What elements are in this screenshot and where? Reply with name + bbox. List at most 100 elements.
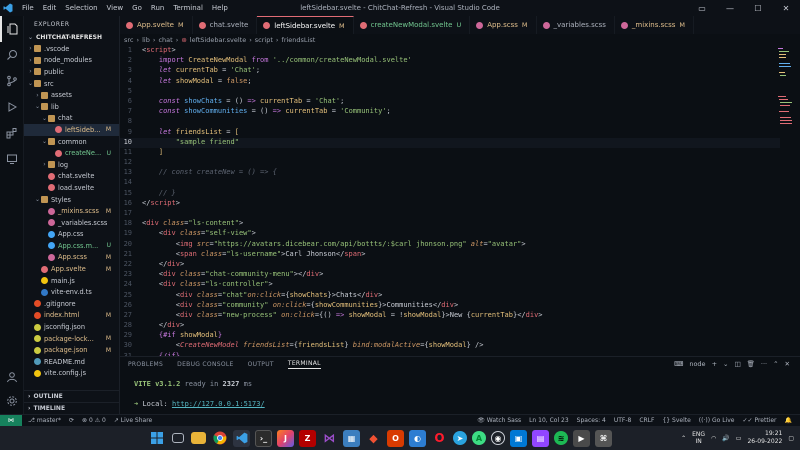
tab-problems[interactable]: PROBLEMS xyxy=(128,361,163,368)
minimize-button[interactable]: — xyxy=(716,0,744,16)
local-url-link[interactable]: http://127.0.0.1:5173/ xyxy=(172,400,265,408)
live-share-button[interactable]: ↗ Live Share xyxy=(114,417,152,424)
app-icon[interactable]: ⌘ xyxy=(595,429,612,447)
prettier-button[interactable]: ✓✓ Prettier xyxy=(742,417,776,424)
tree-item-vite-config-js[interactable]: vite.config.js xyxy=(24,368,119,380)
task-view-icon[interactable] xyxy=(172,433,184,443)
battery-icon[interactable]: ▭ xyxy=(736,435,742,442)
tree-item-public[interactable]: › public xyxy=(24,66,119,78)
project-folder[interactable]: ⌄ CHITCHAT-REFRESH xyxy=(24,32,119,43)
git-branch[interactable]: ⎇ master* xyxy=(28,417,61,424)
notification-center-icon[interactable]: ▢ xyxy=(788,435,794,442)
close-panel-icon[interactable]: ✕ xyxy=(785,360,790,368)
outline-section[interactable]: › OUTLINE xyxy=(24,390,120,402)
tree-item--vscode[interactable]: › .vscode xyxy=(24,43,119,55)
tab-debug-console[interactable]: DEBUG CONSOLE xyxy=(177,361,233,368)
tree-item-app-css-m[interactable]: App.css.m... U xyxy=(24,240,119,252)
vscode-icon[interactable] xyxy=(233,429,250,447)
line-endings[interactable]: CRLF xyxy=(639,417,654,424)
breadcrumb-src[interactable]: src xyxy=(124,36,134,44)
search-icon[interactable] xyxy=(0,42,24,68)
maximize-button[interactable]: ☐ xyxy=(744,0,772,16)
tree-item-app-css[interactable]: App.css xyxy=(24,229,119,241)
breadcrumb-symbol[interactable]: friendsList xyxy=(282,36,316,44)
tree-item-chat-svelte[interactable]: chat.svelte xyxy=(24,171,119,183)
encoding[interactable]: UTF-8 xyxy=(614,417,632,424)
account-icon[interactable] xyxy=(0,364,24,390)
tab-chat-svelte[interactable]: chat.svelte xyxy=(193,16,258,34)
volume-icon[interactable]: 🔊 xyxy=(722,435,729,442)
explorer-icon[interactable] xyxy=(0,16,24,42)
github-desktop-icon[interactable]: ◉ xyxy=(491,431,505,445)
go-live-button[interactable]: ((·)) Go Live xyxy=(699,417,735,424)
filezilla-icon[interactable]: Z xyxy=(299,429,316,447)
visual-studio-icon[interactable]: ⋈ xyxy=(321,430,338,447)
chrome-icon[interactable] xyxy=(211,430,228,447)
media-icon[interactable]: ▶ xyxy=(573,429,590,447)
timeline-section[interactable]: › TIMELINE xyxy=(24,402,120,414)
tree-item-node-modules[interactable]: › node_modules xyxy=(24,55,119,67)
start-menu-icon[interactable] xyxy=(148,430,165,447)
tree-item--mixins-scss[interactable]: _mixins.scss M xyxy=(24,205,119,217)
tab--variables-scss[interactable]: _variables.scss xyxy=(537,16,615,34)
layout-icon[interactable]: ▭ xyxy=(688,0,716,16)
remote-indicator-icon[interactable]: ⋈ xyxy=(0,414,22,427)
telegram-icon[interactable]: ➤ xyxy=(453,431,467,445)
terminal-output[interactable]: VITE v3.1.2 ready in 2327 ms ➜ Local: ht… xyxy=(120,371,800,408)
tab-createnewmodal-svelte[interactable]: createNewModal.svelte U xyxy=(354,16,471,34)
menu-view[interactable]: View xyxy=(107,4,124,12)
trash-icon[interactable]: 🗑 xyxy=(747,360,755,368)
photos-icon[interactable]: ◐ xyxy=(409,429,426,447)
breadcrumb-lib[interactable]: lib xyxy=(142,36,150,44)
terminal-name[interactable]: node xyxy=(689,360,705,368)
extensions-icon[interactable] xyxy=(0,120,24,146)
office-icon[interactable]: O xyxy=(387,429,404,447)
store-icon[interactable]: ▣ xyxy=(510,429,527,447)
tree-item-readme-md[interactable]: README.md xyxy=(24,356,119,368)
new-terminal-icon[interactable]: + xyxy=(712,360,717,368)
tree-item-package-json[interactable]: package.json M xyxy=(24,344,119,356)
remote-explorer-icon[interactable] xyxy=(0,146,24,172)
notifications-icon[interactable]: 🔔 xyxy=(785,417,792,424)
tab-leftsidebar-svelte[interactable]: leftSidebar.svelte M xyxy=(257,16,354,34)
wifi-icon[interactable]: ◠ xyxy=(711,435,716,442)
close-button[interactable]: ✕ xyxy=(772,0,800,16)
tree-item-leftsideb[interactable]: leftSideb... M xyxy=(24,124,119,136)
minimap[interactable] xyxy=(778,46,793,346)
twitch-icon[interactable]: ▤ xyxy=(532,429,549,447)
menu-run[interactable]: Run xyxy=(151,4,164,12)
terminal-app-icon[interactable]: ›_ xyxy=(255,429,272,447)
tree-item--variables-scss[interactable]: _variables.scss xyxy=(24,217,119,229)
tab-app-svelte[interactable]: App.svelte M xyxy=(120,16,193,34)
tab-terminal[interactable]: TERMINAL xyxy=(287,360,321,369)
code-editor[interactable]: 1 <script> 2 import CreateNewModal from '… xyxy=(120,46,780,356)
problems-status[interactable]: ⊗ 0 ⚠ 0 xyxy=(82,417,106,424)
folder-icon[interactable] xyxy=(191,432,206,444)
tree-item-main-js[interactable]: main.js xyxy=(24,275,119,287)
tree-item--gitignore[interactable]: .gitignore xyxy=(24,298,119,310)
tree-item-package-lock[interactable]: package-lock... M xyxy=(24,333,119,345)
tree-item-styles[interactable]: ⌄ Styles xyxy=(24,194,119,206)
editor-scrollbar[interactable] xyxy=(792,46,800,356)
settings-gear-icon[interactable] xyxy=(0,388,24,414)
tab--mixins-scss[interactable]: _mixins.scss M xyxy=(615,16,694,34)
breadcrumb-file[interactable]: leftSidebar.svelte xyxy=(190,36,246,44)
database-icon[interactable]: ▦ xyxy=(343,429,360,447)
tab-app-scss[interactable]: App.scss M xyxy=(470,16,537,34)
tree-item-app-scss[interactable]: App.scss M xyxy=(24,252,119,264)
tree-item-common[interactable]: ⌄ common xyxy=(24,136,119,148)
android-studio-icon[interactable]: A xyxy=(472,431,486,445)
menu-help[interactable]: Help xyxy=(212,4,228,12)
menu-edit[interactable]: Edit xyxy=(43,4,57,12)
sync-icon[interactable]: ⟳ xyxy=(69,417,74,424)
tree-item-jsconfig-json[interactable]: jsconfig.json xyxy=(24,321,119,333)
cursor-position[interactable]: Ln 10, Col 23 xyxy=(529,417,569,424)
tree-item-index-html[interactable]: index.html M xyxy=(24,310,119,322)
maximize-panel-icon[interactable]: ⌃ xyxy=(773,360,778,368)
tree-item-load-svelte[interactable]: load.svelte xyxy=(24,182,119,194)
menu-go[interactable]: Go xyxy=(132,4,142,12)
spotify-icon[interactable]: ≋ xyxy=(554,431,568,445)
opera-icon[interactable]: O xyxy=(431,430,448,447)
system-clock[interactable]: 19:21 26-09-2022 xyxy=(747,430,782,446)
run-debug-icon[interactable] xyxy=(0,94,24,120)
